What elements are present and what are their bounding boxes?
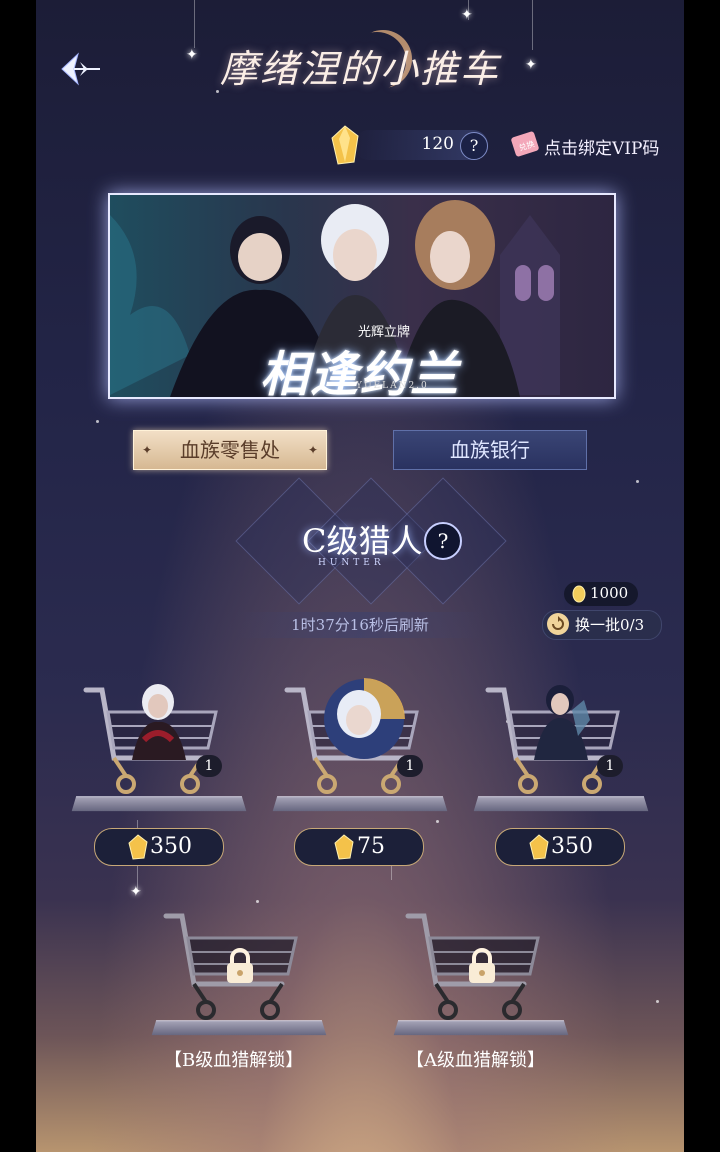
- coin-icon: [572, 585, 586, 603]
- tab-label: 血族零售处: [180, 438, 280, 462]
- refresh-countdown: 1时37分16秒后刷新: [236, 612, 484, 638]
- star-sparkle-icon: ✦: [461, 7, 473, 23]
- tab-bank[interactable]: 血族银行: [393, 430, 587, 470]
- refresh-icon: [547, 613, 569, 635]
- shop-screen: ✦ ✦ ✦ ✦ 摩绪涅的小推车 120 ? 兑换 点击绑定VIP码 光辉立牌 相…: [36, 0, 684, 1152]
- cart-platform: [473, 796, 649, 812]
- tab-label: 血族银行: [450, 438, 530, 462]
- star-dot: [96, 420, 99, 423]
- vip-ticket-icon[interactable]: 兑换: [509, 131, 541, 159]
- hunter-rank-english: HUNTER: [318, 558, 385, 568]
- gem-balance: 120: [421, 134, 454, 154]
- cart-platform: [393, 1020, 569, 1036]
- item-price: 75: [357, 834, 385, 859]
- gem-icon: [529, 834, 549, 860]
- item-quantity: 1: [196, 755, 222, 777]
- gem-icon: [334, 834, 354, 860]
- star-dot: [436, 820, 439, 823]
- cart-platform: [151, 1020, 327, 1036]
- item-price: 350: [551, 834, 593, 859]
- currency-help-button[interactable]: ?: [460, 132, 488, 160]
- gem-icon: [128, 834, 148, 860]
- star-dot: [656, 1000, 659, 1003]
- star-dot: [256, 900, 259, 903]
- page-title: 摩绪涅的小推车: [219, 47, 500, 91]
- sparkle-icon: ✦: [142, 443, 153, 457]
- item-quantity: 1: [597, 755, 623, 777]
- hunter-help-button[interactable]: ?: [424, 522, 462, 560]
- locked-a-label: 【A级血猎解锁】: [406, 1050, 545, 1071]
- bind-vip-code-link[interactable]: 点击绑定VIP码: [544, 134, 659, 159]
- item-badge-pin: [323, 678, 405, 760]
- locked-b-label: 【B级血猎解锁】: [164, 1050, 304, 1071]
- cart-platform: [272, 796, 448, 812]
- banner-english-title: YUELAN2.0: [356, 381, 429, 391]
- hunter-rank: C级猎人: [302, 522, 423, 560]
- refresh-batch-label: 换一批0/3: [575, 616, 645, 634]
- item-quantity: 1: [397, 755, 423, 777]
- sparkle-icon: ✦: [307, 443, 318, 457]
- lock-icon: [469, 948, 495, 983]
- item-figure-hunter: [524, 680, 600, 760]
- event-banner[interactable]: 光辉立牌 相逢约兰 YUELAN2.0: [108, 193, 616, 399]
- tab-retail-shop[interactable]: ✦ 血族零售处 ✦: [133, 430, 327, 470]
- star-dot: [636, 480, 639, 483]
- gem-icon: [331, 125, 359, 165]
- coin-balance: 1000: [590, 584, 629, 602]
- lock-icon: [227, 948, 253, 983]
- item-portrait-vampire: [120, 680, 196, 760]
- item-price: 350: [150, 834, 192, 859]
- cart-platform: [71, 796, 247, 812]
- star-sparkle-icon: ✦: [130, 884, 142, 900]
